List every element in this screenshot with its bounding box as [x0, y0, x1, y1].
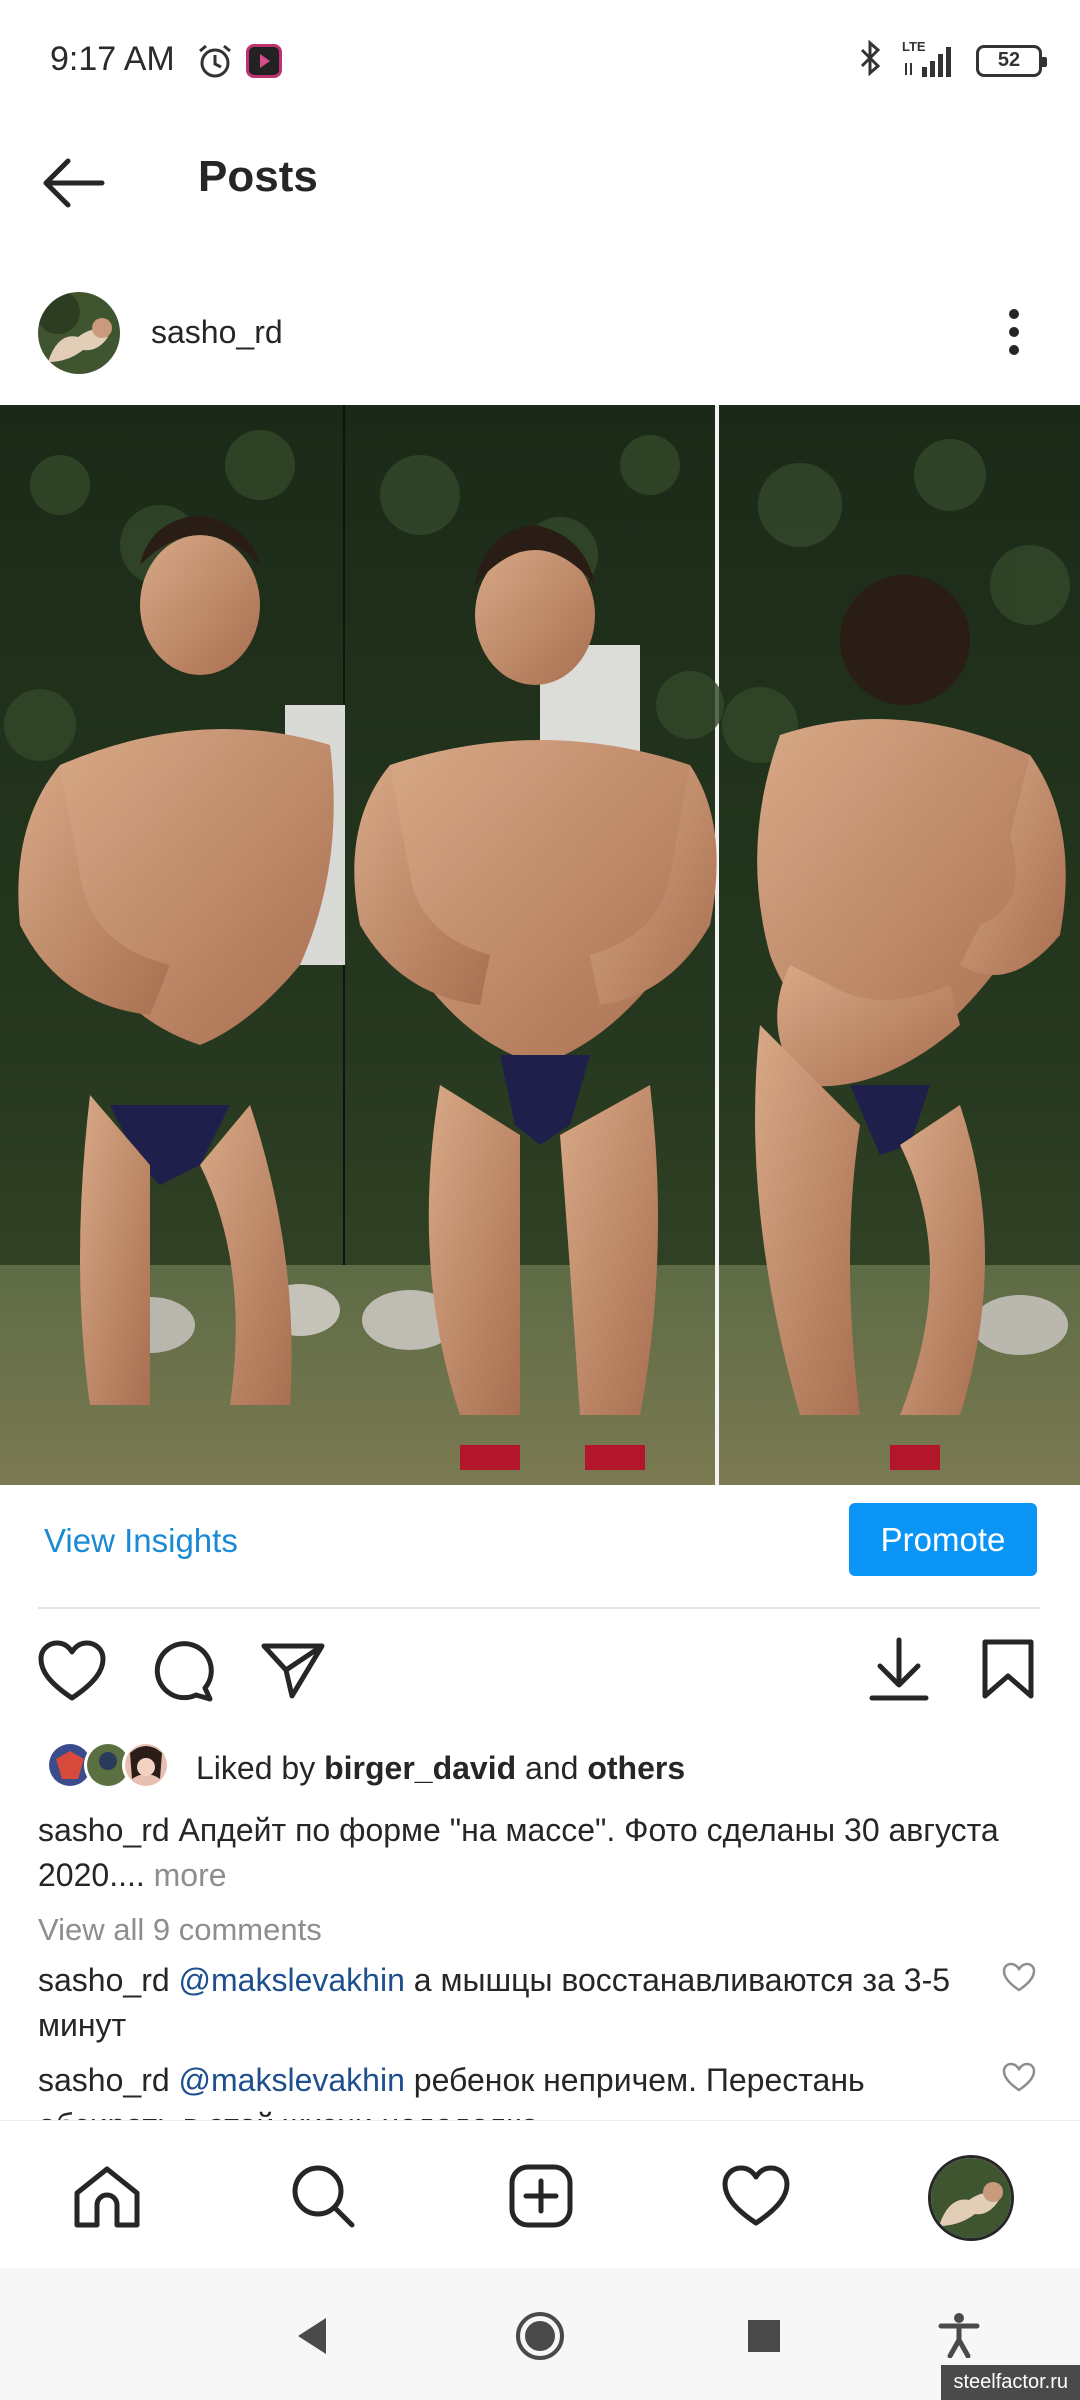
triangle-back-icon: [298, 2318, 326, 2354]
more-options-button[interactable]: [996, 308, 1032, 360]
liked-by-text[interactable]: Liked by birger_david and others: [196, 1750, 685, 1787]
post-author-username[interactable]: sasho_rd: [151, 314, 283, 351]
nav-profile-button[interactable]: [928, 2155, 1014, 2241]
comment-mention[interactable]: @makslevakhin: [179, 2062, 405, 2098]
more-vertical-icon: [1009, 309, 1019, 355]
comment-username[interactable]: sasho_rd: [38, 1962, 170, 1998]
like-button[interactable]: [38, 1640, 106, 1707]
view-insights-link[interactable]: View Insights: [44, 1522, 238, 1560]
small-heart-icon: [1002, 1962, 1036, 1992]
nav-search-button[interactable]: [290, 2163, 356, 2234]
back-button[interactable]: [40, 152, 112, 214]
bottom-navigation: [0, 2120, 1080, 2268]
download-icon: [869, 1637, 929, 1701]
heart-icon: [38, 1640, 106, 1701]
alarm-icon: [196, 42, 234, 85]
comment-button[interactable]: [150, 1640, 214, 1707]
promote-button[interactable]: Promote: [849, 1503, 1037, 1576]
comment-like-button[interactable]: [1002, 1962, 1036, 1997]
watermark: steelfactor.ru: [941, 2365, 1080, 2400]
network-type: LTE: [902, 38, 926, 54]
bluetooth-icon: [856, 39, 886, 81]
nav-activity-button[interactable]: [722, 2165, 790, 2232]
caption-more-link[interactable]: more: [145, 1857, 227, 1893]
signal-icon: LTE: [902, 39, 960, 79]
home-icon: [74, 2166, 140, 2228]
add-post-icon: [509, 2164, 573, 2228]
page-title: Posts: [198, 152, 318, 201]
save-button[interactable]: [980, 1638, 1036, 1705]
screen-recorder-icon: [246, 44, 282, 78]
liked-by-and: and: [516, 1750, 588, 1786]
liked-by-prefix: Liked by: [196, 1750, 325, 1786]
view-all-comments-link[interactable]: View all 9 comments: [38, 1912, 322, 1948]
nav-create-button[interactable]: [508, 2163, 574, 2234]
comment-item: sasho_rd @makslevakhin ребенок непричем.…: [38, 2058, 968, 2120]
post-caption: sasho_rd Апдейт по форме "на массе". Фот…: [38, 1808, 1048, 1898]
system-back-button[interactable]: [294, 2316, 330, 2361]
system-recents-button[interactable]: [746, 2318, 782, 2359]
bookmark-icon: [982, 1639, 1034, 1699]
square-recents-icon: [748, 2320, 780, 2352]
liked-by-others[interactable]: others: [587, 1750, 685, 1786]
download-button[interactable]: [868, 1636, 930, 1707]
divider: [38, 1607, 1040, 1609]
comment-item-clipped: sasho_rd @makslevakhin ребенок непричем.…: [0, 2058, 1080, 2120]
liker-avatars[interactable]: [44, 1739, 174, 1791]
small-heart-icon: [1002, 2062, 1036, 2092]
post-author-avatar[interactable]: [38, 292, 120, 374]
accessibility-button[interactable]: [938, 2312, 980, 2363]
comment-username[interactable]: sasho_rd: [38, 2062, 170, 2098]
comment-text: а мышцы восстанавливаются за 3-5 минут: [38, 1962, 951, 2043]
battery-indicator: 52: [976, 44, 1047, 77]
system-home-button[interactable]: [514, 2310, 566, 2367]
status-indicators: LTE 52: [856, 39, 1047, 81]
comment-bubble-icon: [154, 1641, 214, 1702]
back-arrow-icon: [43, 158, 105, 208]
search-icon: [292, 2165, 355, 2228]
comment-like-button[interactable]: [1002, 2062, 1036, 2097]
nav-home-button[interactable]: [72, 2165, 142, 2234]
post-photo[interactable]: [0, 405, 1080, 1485]
circle-home-icon: [516, 2312, 564, 2360]
caption-username[interactable]: sasho_rd: [38, 1812, 170, 1848]
paper-plane-icon: [261, 1643, 325, 1699]
accessibility-icon: [938, 2313, 980, 2359]
status-time: 9:17 AM: [50, 40, 175, 78]
system-navigation-bar: [0, 2268, 1080, 2400]
share-button[interactable]: [260, 1640, 326, 1705]
heart-icon: [722, 2165, 790, 2226]
profile-avatar: [931, 2158, 1011, 2238]
liked-by-user[interactable]: birger_david: [324, 1750, 516, 1786]
comment-item: sasho_rd @makslevakhin а мышцы восстанав…: [38, 1958, 968, 2048]
comment-mention[interactable]: @makslevakhin: [179, 1962, 405, 1998]
